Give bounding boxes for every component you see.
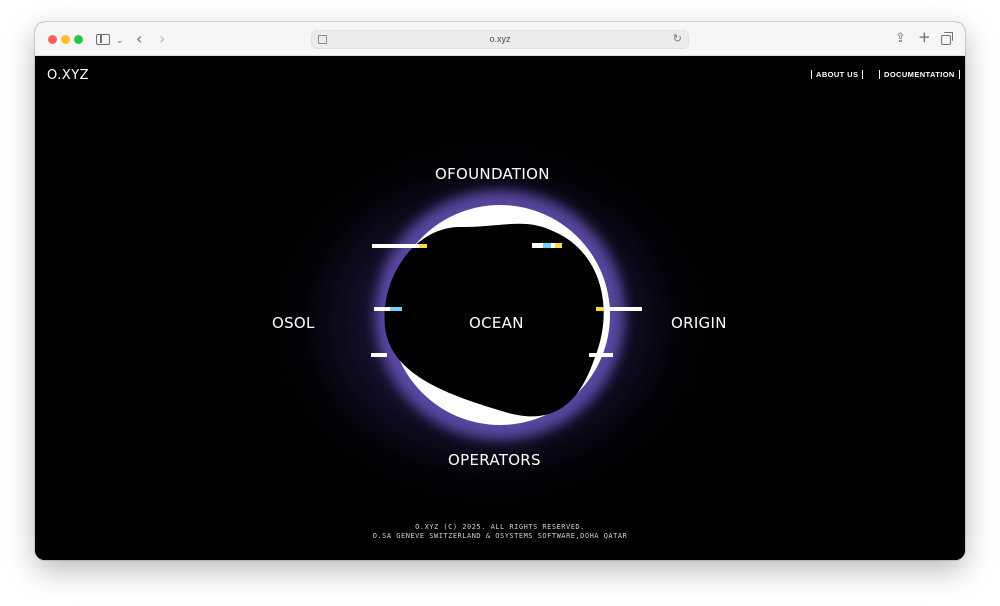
- browser-toolbar: ⌄ ‹ › o.xyz ↻ ⇪ +: [35, 22, 965, 56]
- glitch-bar: [371, 353, 387, 357]
- sidebar-icon[interactable]: [96, 34, 110, 45]
- zoom-window-button[interactable]: [74, 35, 83, 44]
- glitch-bar: [390, 307, 402, 311]
- forward-arrow-icon[interactable]: ›: [159, 31, 165, 47]
- glitch-bar: [589, 353, 613, 357]
- minimize-window-button[interactable]: [61, 35, 70, 44]
- footer-copyright: O.XYZ (C) 2025. ALL RIGHTS RESERVED.: [415, 523, 585, 531]
- glitch-bar: [596, 307, 604, 311]
- address-bar[interactable]: o.xyz ↻: [311, 30, 689, 49]
- page-content: O.XYZ ABOUT US DOCUMENTATION OFOUNDATION…: [35, 57, 965, 560]
- glitch-bar: [555, 243, 562, 248]
- glitch-bar: [419, 244, 427, 248]
- footer-address: O.SA GENEVE SWITZERLAND & OSYSTEMS SOFTW…: [372, 532, 628, 540]
- glowing-ring: [371, 190, 642, 440]
- close-window-button[interactable]: [48, 35, 57, 44]
- glitch-bar: [374, 307, 390, 311]
- back-arrow-icon[interactable]: ‹: [136, 31, 142, 47]
- link-origin[interactable]: ORIGIN: [671, 314, 727, 332]
- browser-window: ⌄ ‹ › o.xyz ↻ ⇪ + O.XYZ ABOUT US DOCUMEN…: [35, 22, 965, 560]
- glitch-bar: [372, 244, 420, 248]
- plus-icon[interactable]: +: [918, 29, 931, 45]
- tabs-icon[interactable]: [941, 32, 953, 45]
- link-foundation[interactable]: OFOUNDATION: [435, 165, 550, 183]
- url-text[interactable]: o.xyz: [312, 34, 688, 44]
- link-operators[interactable]: OPERATORS: [448, 451, 541, 469]
- link-sol[interactable]: OSOL: [272, 314, 315, 332]
- glitch-bar: [543, 243, 551, 248]
- link-ocean[interactable]: OCEAN: [469, 314, 524, 332]
- share-icon[interactable]: ⇪: [895, 31, 906, 47]
- reload-icon[interactable]: ↻: [673, 32, 682, 45]
- chevron-down-icon[interactable]: ⌄: [116, 33, 124, 49]
